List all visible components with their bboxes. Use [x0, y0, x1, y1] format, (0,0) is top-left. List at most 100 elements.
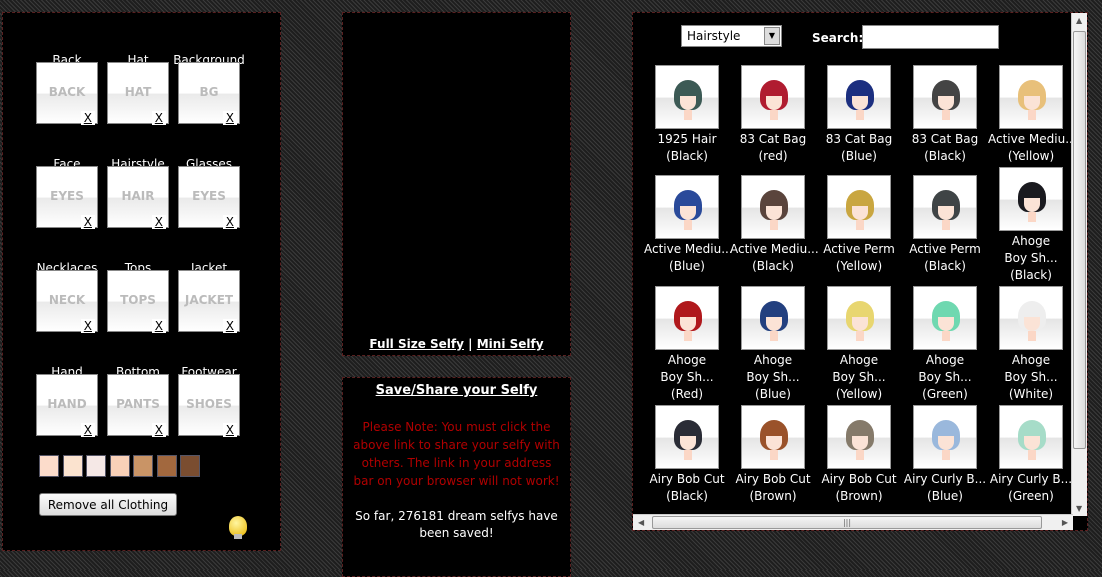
remove-item-button[interactable]: X	[80, 215, 95, 229]
slot-back[interactable]: BACK X	[36, 62, 98, 125]
item-tile[interactable]: 83 Cat Bag (Black)	[902, 65, 988, 165]
item-tile[interactable]: Ahoge Boy Sh... (Black)	[988, 167, 1074, 284]
scroll-down-icon[interactable]: ▼	[1076, 504, 1082, 513]
slot-background[interactable]: BG X	[178, 62, 240, 125]
item-tile[interactable]: 83 Cat Bag (red)	[730, 65, 816, 165]
hair-thumbnail	[913, 405, 977, 469]
hair-thumbnail	[827, 286, 891, 350]
scroll-up-icon[interactable]: ▲	[1076, 16, 1082, 25]
skin-tone-swatch[interactable]	[109, 455, 130, 477]
slot-placeholder: BG	[199, 85, 219, 99]
item-name: Airy Bob Cut	[821, 472, 897, 486]
slot-placeholder: EYES	[50, 189, 84, 203]
slot-jacket[interactable]: JACKET X	[178, 270, 240, 333]
skin-tone-swatch[interactable]	[62, 455, 83, 477]
item-tile[interactable]: Airy Curly B... (Blue)	[902, 405, 988, 505]
item-name: Ahoge Boy Sh...	[918, 353, 972, 384]
search-input[interactable]	[862, 25, 999, 49]
remove-item-button[interactable]: X	[80, 319, 95, 333]
skin-tone-swatch[interactable]	[156, 455, 177, 477]
item-tile[interactable]: Active Mediu... (Black)	[730, 175, 819, 275]
item-tile[interactable]: Airy Curly B... (Green)	[988, 405, 1074, 505]
scroll-left-icon[interactable]: ◀	[638, 518, 644, 527]
vertical-scrollbar[interactable]: ▲ ▼	[1071, 13, 1087, 516]
slot-bottom[interactable]: PANTS X	[107, 374, 169, 437]
slot-hairstyle[interactable]: HAIR X	[107, 166, 169, 229]
link-separator: |	[468, 337, 473, 351]
remove-all-clothing-button[interactable]: Remove all Clothing	[39, 493, 177, 516]
item-variant: (Brown)	[835, 489, 883, 503]
item-tile[interactable]: 1925 Hair (Black)	[644, 65, 730, 165]
chevron-down-icon[interactable]: ▼	[764, 27, 780, 45]
remove-item-button[interactable]: X	[151, 319, 166, 333]
slot-face[interactable]: EYES X	[36, 166, 98, 229]
item-tile[interactable]: Airy Bob Cut (Brown)	[730, 405, 816, 505]
hair-thumbnail	[999, 405, 1063, 469]
item-name: 1925 Hair	[657, 132, 717, 146]
remove-item-button[interactable]: X	[80, 111, 95, 125]
item-name: 83 Cat Bag	[739, 132, 807, 146]
item-tile[interactable]: Ahoge Boy Sh... (Red)	[644, 286, 730, 403]
item-tile[interactable]: Active Perm (Yellow)	[816, 175, 902, 275]
item-tile[interactable]: Airy Bob Cut (Black)	[644, 405, 730, 505]
selfy-preview: Full Size Selfy | Mini Selfy	[342, 12, 571, 356]
item-tile[interactable]: Ahoge Boy Sh... (White)	[988, 286, 1074, 403]
slot-placeholder: EYES	[192, 189, 226, 203]
skin-tone-swatch[interactable]	[133, 455, 153, 477]
item-tile[interactable]: Ahoge Boy Sh... (Green)	[902, 286, 988, 403]
slot-placeholder: NECK	[48, 293, 86, 307]
item-tile[interactable]: Ahoge Boy Sh... (Blue)	[730, 286, 816, 403]
item-variant: (Black)	[666, 149, 708, 163]
remove-item-button[interactable]: X	[151, 423, 166, 437]
slot-placeholder: SHOES	[186, 397, 232, 411]
preview-links: Full Size Selfy | Mini Selfy	[343, 337, 570, 351]
slot-tops[interactable]: TOPS X	[107, 270, 169, 333]
item-variant: (red)	[758, 149, 788, 163]
scroll-right-icon[interactable]: ▶	[1062, 518, 1068, 527]
horizontal-scrollbar[interactable]: ◀ ||| ▶	[633, 514, 1073, 530]
save-share-link[interactable]: Save/Share your Selfy	[343, 383, 570, 398]
share-note: Please Note: You must click the above li…	[353, 420, 560, 488]
skin-tone-swatch[interactable]	[39, 455, 59, 477]
horizontal-scroll-thumb[interactable]: |||	[652, 516, 1042, 529]
item-tile[interactable]: Active Perm (Black)	[902, 175, 988, 275]
mini-selfy-link[interactable]: Mini Selfy	[477, 337, 544, 351]
slot-hat[interactable]: HAT X	[107, 62, 169, 125]
item-name: Ahoge Boy Sh...	[1004, 234, 1058, 265]
slot-hand[interactable]: HAND X	[36, 374, 98, 437]
remove-item-button[interactable]: X	[151, 215, 166, 229]
remove-item-button[interactable]: X	[222, 319, 237, 333]
slot-placeholder: TOPS	[120, 293, 156, 307]
hair-thumbnail	[913, 65, 977, 129]
hair-thumbnail	[655, 65, 719, 129]
skin-tone-swatch[interactable]	[86, 455, 106, 477]
hair-thumbnail	[999, 65, 1063, 129]
remove-item-button[interactable]: X	[222, 111, 237, 125]
category-select[interactable]: Hairstyle ▼	[681, 25, 782, 47]
remove-item-button[interactable]: X	[80, 423, 95, 437]
skin-tone-swatch[interactable]	[180, 455, 200, 477]
item-tile[interactable]: 83 Cat Bag (Blue)	[816, 65, 902, 165]
item-variant: (White)	[1008, 387, 1054, 401]
hair-thumbnail	[741, 175, 805, 239]
item-tile[interactable]: Active Mediu... (Blue)	[644, 175, 733, 275]
item-tile[interactable]: Active Mediu... (Yellow)	[988, 65, 1077, 165]
slot-glasses[interactable]: EYES X	[178, 166, 240, 229]
saved-count: So far, 276181 dream selfys have been sa…	[355, 509, 558, 540]
hair-thumbnail	[999, 167, 1063, 231]
remove-item-button[interactable]: X	[222, 215, 237, 229]
item-variant: (Black)	[752, 259, 794, 273]
remove-item-button[interactable]: X	[222, 423, 237, 437]
item-tile[interactable]: Ahoge Boy Sh... (Yellow)	[816, 286, 902, 403]
item-name: Active Mediu...	[988, 132, 1077, 146]
item-tile[interactable]: Airy Bob Cut (Brown)	[816, 405, 902, 505]
item-variant: (Blue)	[755, 387, 791, 401]
vertical-scroll-thumb[interactable]	[1073, 31, 1086, 449]
full-size-selfy-link[interactable]: Full Size Selfy	[369, 337, 464, 351]
lightbulb-icon[interactable]	[229, 516, 247, 539]
hair-thumbnail	[741, 65, 805, 129]
slot-necklaces[interactable]: NECK X	[36, 270, 98, 333]
slot-footwear[interactable]: SHOES X	[178, 374, 240, 437]
item-name: 83 Cat Bag	[825, 132, 893, 146]
remove-item-button[interactable]: X	[151, 111, 166, 125]
